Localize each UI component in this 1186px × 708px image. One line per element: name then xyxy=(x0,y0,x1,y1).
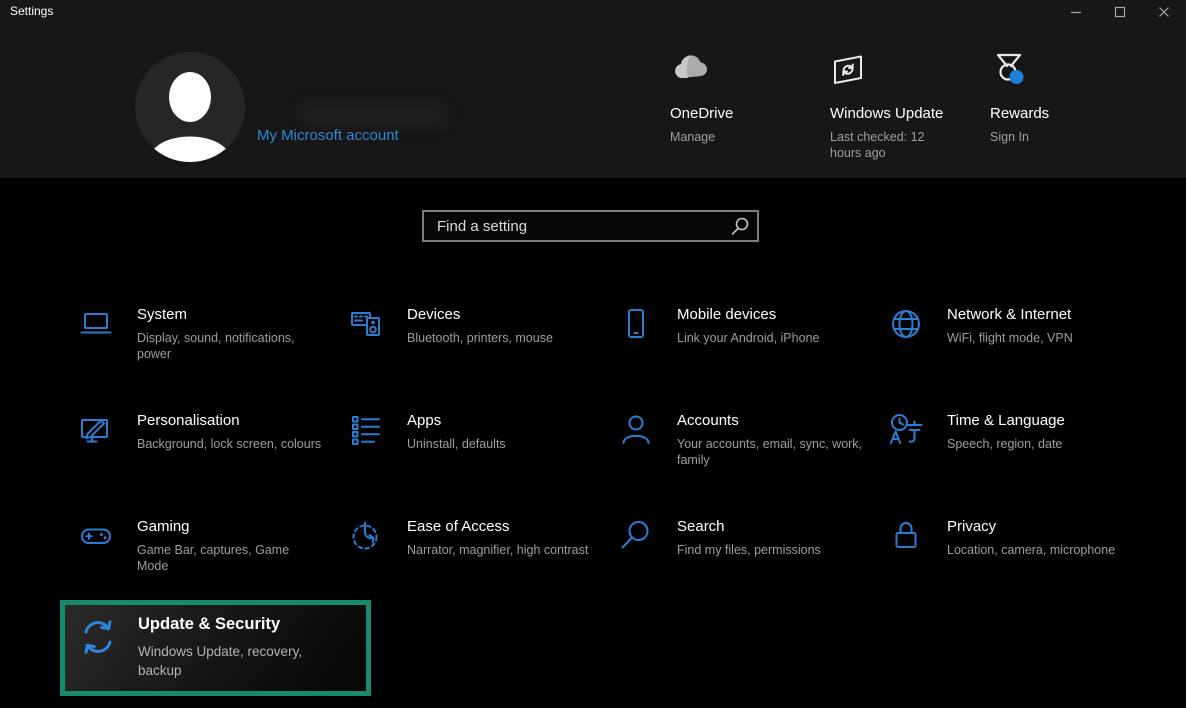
header-panel: Settings xyxy=(0,0,1186,178)
category-title: Search xyxy=(677,518,821,535)
quick-link-title: OneDrive xyxy=(670,105,815,122)
highlight-box: Update & Security Windows Update, recove… xyxy=(60,600,371,696)
category-devices[interactable]: Devices Bluetooth, printers, mouse xyxy=(338,300,608,406)
category-title: Network & Internet xyxy=(947,306,1073,323)
category-subtitle: Bluetooth, printers, mouse xyxy=(407,330,553,346)
search-box xyxy=(422,210,759,242)
quick-link-subtitle: Manage xyxy=(670,129,788,145)
windows-update-icon xyxy=(830,52,975,88)
category-ease-of-access[interactable]: Ease of Access Narrator, magnifier, high… xyxy=(338,512,608,618)
network-globe-icon xyxy=(888,304,926,406)
quick-link-windows-update[interactable]: Windows Update Last checked: 12 hours ag… xyxy=(830,52,975,161)
category-subtitle: Windows Update, recovery, backup xyxy=(138,642,338,680)
settings-window: Settings xyxy=(0,0,1186,708)
category-personalisation[interactable]: Personalisation Background, lock screen,… xyxy=(68,406,338,512)
window-controls xyxy=(1054,0,1186,27)
category-title: Time & Language xyxy=(947,412,1065,429)
personalisation-icon xyxy=(78,410,116,512)
minimize-button[interactable] xyxy=(1054,0,1098,27)
category-grid: System Display, sound, notifications, po… xyxy=(68,300,1148,618)
category-apps[interactable]: Apps Uninstall, defaults xyxy=(338,406,608,512)
devices-icon xyxy=(348,304,386,406)
rewards-medal-icon xyxy=(990,52,1135,88)
category-search[interactable]: Search Find my files, permissions xyxy=(608,512,878,618)
category-subtitle: Speech, region, date xyxy=(947,436,1065,452)
category-network-internet[interactable]: Network & Internet WiFi, flight mode, VP… xyxy=(878,300,1148,406)
privacy-lock-icon xyxy=(888,516,926,618)
system-icon xyxy=(78,304,116,406)
category-title: Privacy xyxy=(947,518,1115,535)
category-mobile-devices[interactable]: Mobile devices Link your Android, iPhone xyxy=(608,300,878,406)
quick-link-subtitle: Sign In xyxy=(990,129,1108,145)
category-subtitle: Uninstall, defaults xyxy=(407,436,506,452)
onedrive-cloud-icon xyxy=(670,52,815,88)
quick-link-subtitle: Last checked: 12 hours ago xyxy=(830,129,948,161)
quick-link-title: Rewards xyxy=(990,105,1135,122)
category-title: Update & Security xyxy=(138,615,338,634)
category-subtitle: Your accounts, email, sync, work, family xyxy=(677,436,863,468)
category-title: Accounts xyxy=(677,412,863,429)
category-title: Gaming xyxy=(137,518,323,535)
mobile-devices-icon xyxy=(618,304,656,406)
category-privacy[interactable]: Privacy Location, camera, microphone xyxy=(878,512,1148,618)
category-subtitle: Game Bar, captures, Game Mode xyxy=(137,542,323,574)
close-button[interactable] xyxy=(1142,0,1186,27)
maximize-button[interactable] xyxy=(1098,0,1142,27)
category-update-security[interactable]: Update & Security Windows Update, recove… xyxy=(65,605,366,680)
category-title: Personalisation xyxy=(137,412,321,429)
category-subtitle: Location, camera, microphone xyxy=(947,542,1115,558)
microsoft-account-link[interactable]: My Microsoft account xyxy=(257,127,399,144)
quick-link-onedrive[interactable]: OneDrive Manage xyxy=(670,52,815,145)
user-name-redacted xyxy=(300,103,445,125)
category-time-language[interactable]: Time & Language Speech, region, date xyxy=(878,406,1148,512)
maximize-icon xyxy=(1114,6,1126,21)
category-title: Ease of Access xyxy=(407,518,588,535)
search-magnifier-icon xyxy=(618,516,656,618)
search-input[interactable] xyxy=(422,210,759,242)
time-language-icon xyxy=(888,410,926,512)
category-title: System xyxy=(137,306,323,323)
update-security-sync-icon xyxy=(78,611,118,680)
window-title: Settings xyxy=(10,4,53,18)
quick-link-rewards[interactable]: Rewards Sign In xyxy=(990,52,1135,145)
category-subtitle: Narrator, magnifier, high contrast xyxy=(407,542,588,558)
close-icon xyxy=(1158,6,1170,21)
minimize-icon xyxy=(1070,6,1082,21)
apps-list-icon xyxy=(348,410,386,512)
quick-link-title: Windows Update xyxy=(830,105,975,122)
search-icon[interactable] xyxy=(730,216,750,241)
category-subtitle: Link your Android, iPhone xyxy=(677,330,819,346)
category-system[interactable]: System Display, sound, notifications, po… xyxy=(68,300,338,406)
user-avatar[interactable] xyxy=(135,52,245,162)
category-title: Mobile devices xyxy=(677,306,819,323)
category-subtitle: Background, lock screen, colours xyxy=(137,436,321,452)
user-avatar-icon xyxy=(135,149,245,162)
category-subtitle: Display, sound, notifications, power xyxy=(137,330,323,362)
category-subtitle: WiFi, flight mode, VPN xyxy=(947,330,1073,346)
category-title: Apps xyxy=(407,412,506,429)
category-subtitle: Find my files, permissions xyxy=(677,542,821,558)
accounts-person-icon xyxy=(618,410,656,512)
category-accounts[interactable]: Accounts Your accounts, email, sync, wor… xyxy=(608,406,878,512)
category-title: Devices xyxy=(407,306,553,323)
